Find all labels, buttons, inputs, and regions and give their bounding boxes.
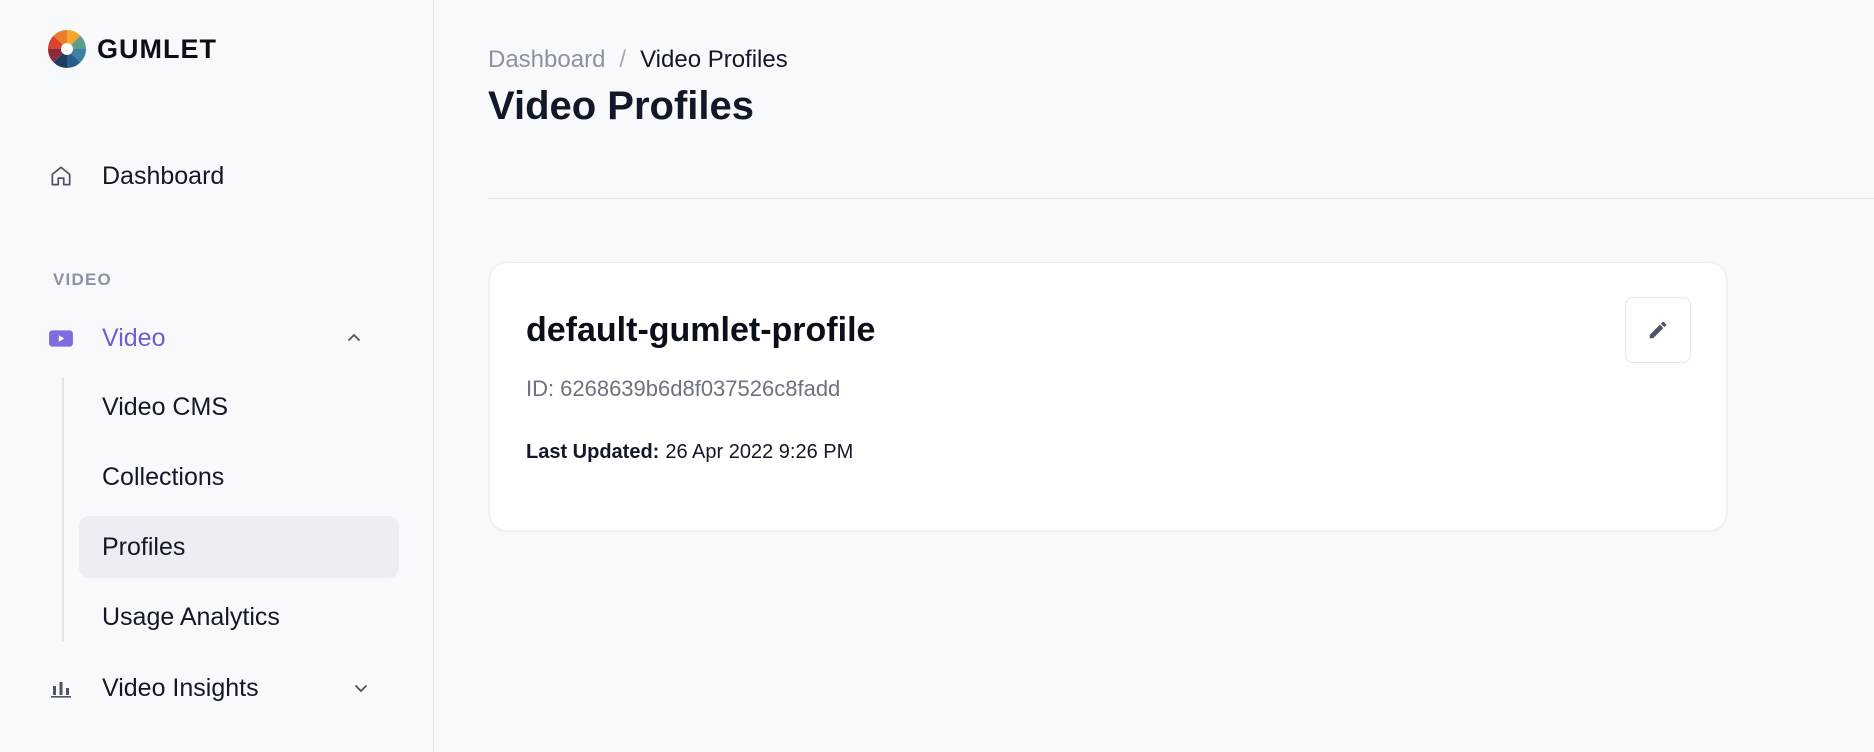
profile-id: ID: 6268639b6d8f037526c8fadd	[526, 376, 840, 402]
last-updated-label: Last Updated:	[526, 441, 660, 463]
profile-name: default-gumlet-profile	[526, 311, 876, 349]
brand-logo[interactable]: GUMLET	[47, 28, 217, 70]
chevron-up-icon[interactable]	[344, 328, 364, 348]
pencil-icon	[1649, 321, 1667, 339]
page-title: Video Profiles	[488, 84, 755, 128]
nav-video[interactable]: Video	[48, 318, 166, 358]
chevron-down-icon[interactable]	[351, 678, 371, 698]
sidebar-item-label: Video CMS	[102, 392, 228, 421]
video-icon	[48, 325, 74, 351]
submenu-guide-line	[62, 378, 64, 642]
sidebar-item-profiles[interactable]: Profiles	[79, 516, 399, 578]
sidebar-item-usage-analytics[interactable]: Usage Analytics	[79, 586, 399, 648]
section-title-video: VIDEO	[53, 270, 112, 289]
sidebar-item-collections[interactable]: Collections	[79, 446, 399, 508]
sidebar-item-video-cms[interactable]: Video CMS	[79, 376, 399, 438]
app-root: GUMLET Dashboard VIDEO Video Video CMS C…	[0, 0, 1874, 752]
last-updated-value: 26 Apr 2022 9:26 PM	[665, 441, 854, 463]
bar-chart-icon	[48, 675, 74, 701]
profile-card[interactable]: default-gumlet-profile ID: 6268639b6d8f0…	[489, 262, 1727, 531]
header-divider	[488, 198, 1874, 199]
nav-video-insights-label: Video Insights	[102, 673, 259, 702]
breadcrumb-current: Video Profiles	[640, 46, 788, 73]
nav-dashboard-label: Dashboard	[102, 161, 225, 190]
profile-last-updated: Last Updated: 26 Apr 2022 9:26 PM	[526, 441, 853, 464]
edit-profile-button[interactable]	[1625, 297, 1691, 363]
sidebar: GUMLET Dashboard VIDEO Video Video CMS C…	[0, 0, 434, 752]
breadcrumb-dashboard-link[interactable]: Dashboard	[488, 46, 605, 74]
sidebar-item-label: Collections	[102, 462, 225, 491]
sidebar-item-label: Usage Analytics	[102, 602, 280, 631]
profile-id-value: 6268639b6d8f037526c8fadd	[560, 376, 841, 401]
brand-name: GUMLET	[97, 33, 217, 64]
nav-dashboard[interactable]: Dashboard	[48, 156, 224, 196]
nav-video-insights[interactable]: Video Insights	[48, 668, 259, 708]
home-icon	[48, 163, 74, 189]
nav-video-label: Video	[102, 323, 166, 352]
profile-id-label: ID:	[526, 376, 555, 401]
gumlet-logo-icon	[48, 30, 86, 68]
breadcrumb-separator: /	[619, 46, 627, 73]
sidebar-item-label: Profiles	[102, 532, 186, 561]
breadcrumb: Dashboard / Video Profiles	[488, 46, 788, 74]
